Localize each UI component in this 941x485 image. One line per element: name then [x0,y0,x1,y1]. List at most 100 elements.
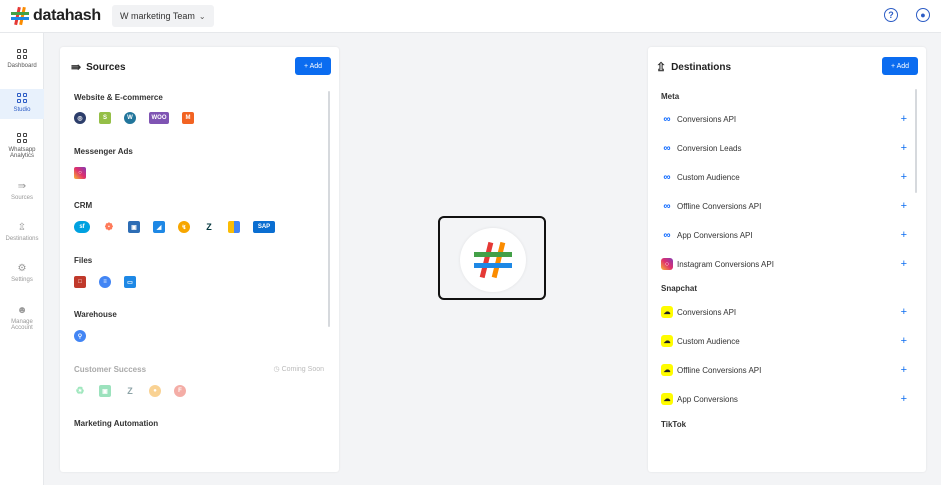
destination-item[interactable]: ☁ Custom Audience + [661,331,907,351]
sidebar-item-destinations[interactable]: ⇫ Destinations [0,222,44,250]
sidebar-item-whatsapp-analytics[interactable]: Whatsapp Analytics [0,133,44,167]
instagram-icon: ○ [661,258,673,270]
meta-icon: ∞ [663,229,671,241]
category-title: Warehouse [74,310,117,319]
wordpress-icon[interactable]: W [124,112,136,124]
sidebar-item-sources[interactable]: ⇛ Sources [0,181,44,209]
team-selector[interactable]: W marketing Team ⌄ [112,5,214,27]
sources-list[interactable]: Website & E-commerce ◎ S W WOO M Messeng… [74,91,326,477]
category-title: Files [74,256,93,265]
magento-icon[interactable]: M [182,112,194,124]
gcs-icon[interactable]: ≡ [99,276,111,288]
sidebar: Dashboard Studio Whatsapp Analytics ⇛ So… [0,33,44,485]
add-destination-plus-icon[interactable]: + [901,393,907,405]
sidebar-item-label: Whatsapp Analytics [8,147,36,159]
destinations-scrollbar[interactable] [915,89,917,193]
destination-item[interactable]: ○ Instagram Conversions API + [661,254,907,274]
destination-label: Conversions API [677,307,737,317]
help-circle-icon[interactable]: ? [884,8,898,22]
add-destination-plus-icon[interactable]: + [901,171,907,183]
sidebar-item-label: Sources [10,195,33,201]
meta-icon: ∞ [663,200,671,212]
brand-name: datahash [33,7,101,24]
sidebar-item-label: Studio [13,107,31,113]
sources-icon: ⇛ [71,60,82,74]
destination-item[interactable]: ☁ Offline Conversions API + [661,360,907,380]
add-destination-plus-icon[interactable]: + [901,200,907,212]
snapchat-icon: ☁ [661,393,673,405]
crm-box-icon[interactable]: ▣ [128,221,140,233]
destination-item[interactable]: ∞ Conversions API + [661,109,907,129]
group-title-tiktok: TikTok [661,420,687,429]
bolt-crm-icon[interactable]: ↯ [178,221,190,233]
add-destination-plus-icon[interactable]: + [901,364,907,376]
manage-account-icon: ☻ [16,305,28,316]
bigquery-icon[interactable]: ⚲ [74,330,86,342]
destination-label: Conversions API [677,114,737,124]
globe-icon[interactable]: ◎ [74,112,86,124]
sap-icon[interactable]: SAP [253,221,275,233]
warehouse-icons: ⚲ [74,330,99,342]
add-destination-plus-icon[interactable]: + [901,142,907,154]
coming-soon-label: ◷ Coming Soon [273,366,324,373]
add-destination-plus-icon[interactable]: + [901,258,907,270]
destination-item[interactable]: ☁ Conversions API + [661,302,907,322]
sources-scrollbar[interactable] [328,91,330,327]
flag-crm-icon[interactable]: ◢ [153,221,165,233]
add-destination-plus-icon[interactable]: + [901,229,907,241]
destination-label: Offline Conversions API [677,201,762,211]
user-circle-icon[interactable]: ● [916,8,930,22]
destination-item[interactable]: ∞ Conversion Leads + [661,138,907,158]
instagram-icon[interactable]: ○ [74,167,86,179]
zendesk-cs-icon: Z [124,385,136,397]
destination-item[interactable]: ∞ App Conversions API + [661,225,907,245]
cs-green-icon: ♻ [74,385,86,397]
add-destination-plus-icon[interactable]: + [901,335,907,347]
sources-title-text: Sources [86,61,126,73]
add-destination-plus-icon[interactable]: + [901,306,907,318]
brand-logo[interactable]: datahash [10,6,101,26]
sidebar-item-dashboard[interactable]: Dashboard [0,49,44,79]
destination-item[interactable]: ∞ Offline Conversions API + [661,196,907,216]
hubspot-icon[interactable]: ❁ [103,221,115,233]
destinations-icon: ⇫ [656,60,667,74]
destinations-panel: ⇫ Destinations + Add Meta ∞ Conversions … [648,47,926,472]
group-title-meta: Meta [661,92,680,101]
zendesk-icon[interactable]: Z [203,221,215,233]
woocommerce-icon[interactable]: WOO [149,112,169,124]
destination-item[interactable]: ∞ Custom Audience + [661,167,907,187]
destinations-list[interactable]: Meta ∞ Conversions API + ∞ Conversion Le… [661,91,911,479]
destination-label: Custom Audience [677,172,740,182]
sidebar-item-label: Settings [11,277,33,283]
customer-success-icons: ♻ ▣ Z ● F [74,385,199,397]
sidebar-item-settings[interactable]: ⚙ Settings [0,263,44,291]
studio-center-node[interactable] [438,216,546,300]
folder-blue-icon[interactable]: ▭ [124,276,136,288]
files-icons: □ ≡ ▭ [74,276,149,288]
category-title: Marketing Automation [74,419,159,428]
shopify-icon[interactable]: S [99,112,111,124]
meta-icon: ∞ [663,171,671,183]
snapchat-icon: ☁ [661,364,673,376]
add-destination-button[interactable]: + Add [882,57,918,75]
grid-crm-icon[interactable] [228,221,240,233]
destinations-icon: ⇫ [17,222,27,233]
file-red-icon[interactable]: □ [74,276,86,288]
sidebar-item-manage-account[interactable]: ☻ Manage Account [0,305,44,341]
sources-title: ⇛ Sources [71,60,126,74]
snapchat-icon: ☁ [661,335,673,347]
whatsapp-analytics-icon [16,133,28,144]
add-destination-plus-icon[interactable]: + [901,113,907,125]
datahash-hub-icon [474,241,512,279]
messenger-ads-icons: ○ [74,167,99,179]
category-title: Website & E-commerce [74,93,163,102]
add-source-button[interactable]: + Add [295,57,331,75]
team-name: W marketing Team [120,11,195,21]
destination-item[interactable]: ☁ App Conversions + [661,389,907,409]
salesforce-icon[interactable]: sf [74,221,90,233]
crm-icons: sf ❁ ▣ ◢ ↯ Z SAP [74,221,288,233]
cs-red-icon: F [174,385,186,397]
chat-orange-icon: ● [149,385,161,397]
website-ecommerce-icons: ◎ S W WOO M [74,112,207,124]
sidebar-item-studio[interactable]: Studio [0,89,44,119]
